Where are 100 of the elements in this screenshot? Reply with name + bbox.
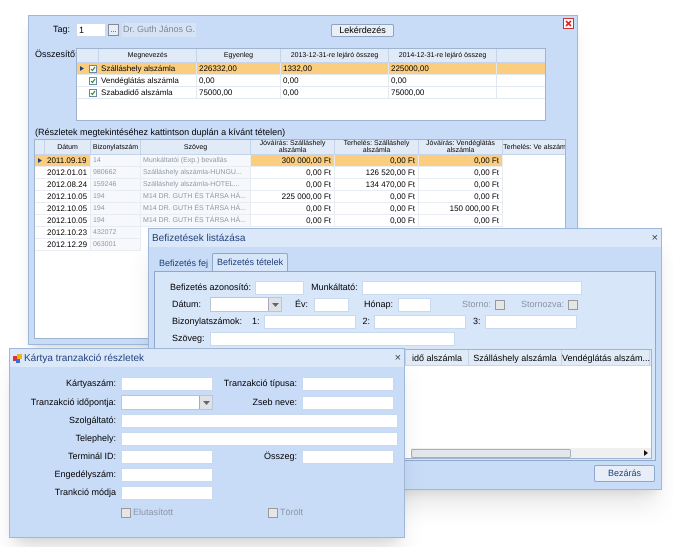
table-cell: 0,00 Ft [335, 191, 419, 202]
table-cell: 75000,00 [197, 87, 281, 98]
table-cell: 0,00 Ft [251, 215, 335, 226]
field-label: 2: [362, 314, 370, 328]
column-header[interactable]: idő alszámla [406, 350, 469, 365]
row-pointer-icon [38, 158, 42, 163]
field-label: Tag: [53, 23, 72, 36]
field-label: Szolgáltató: [68, 414, 116, 428]
column-header[interactable]: Vendéglátás alszám... [562, 350, 650, 365]
field-label: 1: [252, 314, 260, 328]
window-title: Kártya tranzakció részletek [24, 352, 144, 366]
field-label: Engedélyszám: [53, 468, 116, 482]
field-label: Befizetés azonosító: [170, 281, 252, 294]
field-label: Hónap: [364, 298, 394, 311]
member-name: Dr. Guth János G. [122, 23, 196, 37]
input-field[interactable] [121, 450, 213, 464]
input-field[interactable] [374, 314, 466, 328]
table-cell: 0,00 [389, 75, 497, 86]
table-cell: 0,00 Ft [335, 215, 419, 226]
dropdown-icon [199, 396, 212, 409]
table-cell: 300 000,00 Ft [251, 155, 335, 166]
input-field[interactable] [121, 377, 213, 391]
table-cell: 0,00 Ft [251, 203, 335, 214]
field-label: Összesítő: [35, 48, 76, 61]
input-field[interactable] [302, 377, 394, 391]
input-field[interactable] [302, 396, 394, 410]
summary-row[interactable]: Vendéglátás alszámla 0,00 0,00 0,00 [77, 75, 545, 87]
table-cell: 225 000,00 Ft [251, 191, 335, 202]
field-label: Év: [295, 298, 310, 311]
field-label: Szöveg: [172, 332, 206, 345]
table-cell: 0,00 [197, 75, 281, 86]
horizontal-scrollbar[interactable] [411, 448, 651, 458]
checkbox[interactable] [89, 76, 97, 84]
input-field[interactable] [121, 468, 213, 482]
input-field[interactable] [121, 486, 213, 500]
summary-row[interactable]: Szálláshely alszámla 226332,00 1332,00 225000,00 [77, 63, 545, 75]
field-label: Dátum: [172, 298, 202, 311]
table-cell: 0,00 Ft [419, 215, 503, 226]
table-cell: 0,00 Ft [419, 191, 503, 202]
date-combo[interactable] [121, 395, 213, 410]
tab[interactable]: Befizetés tételek [212, 253, 288, 271]
close-button[interactable] [563, 18, 574, 29]
table-cell: 75000,00 [389, 87, 497, 98]
table-cell: 225000,00 [389, 63, 497, 74]
table-cell: 0,00 Ft [251, 167, 335, 178]
table-cell: 0,00 Ft [335, 155, 419, 166]
input-field[interactable] [398, 298, 431, 312]
field-label: Tranzakció időpontja: [30, 396, 116, 409]
table-cell: 0,00 Ft [251, 179, 335, 190]
field-label: Trankció módja [54, 486, 116, 500]
input-field[interactable] [314, 298, 349, 312]
table-cell: 134 470,00 Ft [335, 179, 419, 190]
summary-row[interactable]: Szabadidő alszámla 75000,00 0,00 75000,00 [77, 87, 545, 99]
table-cell: 0,00 [281, 75, 389, 86]
close-dialog-button[interactable]: Bezárás [594, 465, 655, 482]
row-pointer-icon [80, 66, 84, 71]
field-label: Elutasított [133, 506, 174, 519]
input-field[interactable] [264, 314, 356, 328]
table-cell: 0,00 Ft [419, 155, 503, 166]
input-field[interactable] [484, 314, 577, 328]
input-field[interactable]: 1 [76, 23, 106, 37]
table-cell: Szabadidő alszámla [99, 87, 197, 98]
field-label: Terminál ID: [66, 450, 116, 464]
field-label: Törölt [280, 506, 304, 519]
query-button[interactable]: Lekérdezés [331, 24, 394, 36]
table-cell: Vendéglátás alszámla [99, 75, 197, 86]
table-cell: 0,00 Ft [419, 179, 503, 190]
table-cell: 0,00 Ft [419, 167, 503, 178]
table-cell: Szálláshely alszámla [99, 63, 197, 74]
field-label: Kártyaszám: [64, 377, 116, 390]
field-label: Tranzakció típusa: [222, 377, 297, 390]
field-label: Összeg: [262, 450, 297, 464]
table-cell: 0,00 [281, 87, 389, 98]
input-field[interactable] [121, 432, 398, 446]
checkbox[interactable] [89, 64, 97, 72]
input-field[interactable] [210, 332, 455, 346]
close-button[interactable]: × [394, 352, 401, 364]
table-cell: 150 000,00 Ft [419, 203, 503, 214]
input-field[interactable] [121, 414, 398, 428]
date-combo[interactable] [210, 297, 282, 312]
field-label: Munkáltató: [311, 281, 358, 294]
window-app-icon [13, 354, 22, 362]
hint-text: (Részletek megtekintéséhez kattintson duplán a kívánt tételen) [35, 127, 286, 137]
table-cell: 126 520,00 Ft [335, 167, 419, 178]
table-cell: 1332,00 [281, 63, 389, 74]
input-field[interactable] [255, 281, 304, 295]
column-header[interactable]: Szálláshely alszámla [469, 350, 562, 365]
table-cell: 226332,00 [197, 63, 281, 74]
close-button[interactable]: × [652, 232, 658, 244]
dropdown-icon [268, 298, 281, 311]
tab[interactable]: Befizetés fej [155, 256, 212, 271]
field-label: Bizonylatszámok: [172, 314, 244, 328]
field-label: Telephely: [74, 432, 116, 446]
table-cell: 0,00 Ft [335, 203, 419, 214]
close-icon [565, 20, 572, 27]
field-label: Storno: [462, 298, 492, 311]
input-field[interactable] [302, 450, 394, 464]
window-title: Befizetések listázása [152, 232, 246, 246]
input-field[interactable] [362, 281, 582, 295]
checkbox[interactable] [89, 88, 97, 96]
